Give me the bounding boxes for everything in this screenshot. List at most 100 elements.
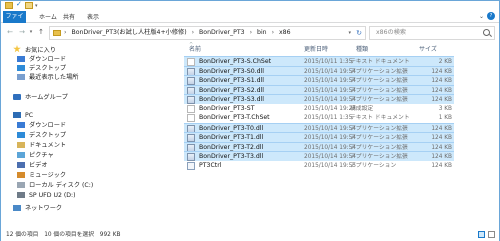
sidebar-item-label: ホームグループ [25, 94, 68, 101]
breadcrumb-item-x86[interactable]: x86 [279, 29, 291, 36]
up-button[interactable]: ↑ [36, 27, 46, 37]
sidebar-item-network[interactable]: ネットワーク [13, 204, 62, 214]
desktop-icon [17, 65, 25, 71]
table-row[interactable]: BonDriver_PT3-S3.dll 2015/10/14 19:54 アプリケ… [184, 94, 454, 104]
back-button[interactable]: ← [5, 27, 15, 37]
quick-access-properties-icon[interactable] [5, 2, 13, 9]
table-row[interactable]: BonDriver_PT3-S.ChSet 2015/10/11 1:35 テキスト… [184, 56, 454, 66]
sidebar-item-pictures[interactable]: ピクチャ [17, 151, 54, 161]
sidebar-item-label: ダウンロード [29, 56, 67, 63]
sidebar-item-usb-d[interactable]: SP UFD U2 (D:) [17, 191, 76, 201]
file-name: BonDriver_PT3-ST [199, 104, 255, 112]
drive-icon [17, 182, 25, 188]
address-dropdown-icon[interactable]: ▾ [348, 27, 351, 39]
quick-access-new-folder-icon[interactable] [25, 2, 33, 9]
sidebar-item-label: SP UFD U2 (D:) [29, 192, 76, 199]
breadcrumb-separator[interactable]: › [272, 29, 274, 36]
sidebar-item-label: ドキュメント [29, 142, 67, 149]
music-icon [17, 172, 25, 178]
download-icon [17, 122, 25, 128]
large-icons-view-icon[interactable] [488, 231, 495, 238]
sidebar-item-pc[interactable]: PC [13, 111, 33, 121]
details-view-icon[interactable] [478, 231, 485, 238]
sidebar-item-label: ビデオ [29, 162, 48, 169]
usb-drive-icon [17, 192, 25, 198]
file-name: PT3Ctrl [199, 161, 222, 169]
sidebar-item-pc-desktop[interactable]: デスクトップ [17, 131, 66, 141]
sidebar-item-local-disk-c[interactable]: ローカル ディスク (C:) [17, 181, 93, 191]
sidebar-item-pc-downloads[interactable]: ダウンロード [17, 121, 66, 131]
sidebar-item-recent-places[interactable]: 最近表示した場所 [17, 73, 79, 83]
desktop-icon [17, 132, 25, 138]
explorer-window: ✓ ▾ ファイル ホーム 共有 表示 ⌄ ? ← → ▾ ↑ › BonDriv… [0, 0, 500, 241]
breadcrumb-item-bondriver-pt3-trial[interactable]: BonDriver_PT3(お試し人柱版4+小修修) [71, 29, 186, 36]
search-input[interactable]: x86の検索 [369, 26, 495, 40]
table-row[interactable]: BonDriver_PT3-T2.dll 2015/10/14 19:54 アプリケ… [184, 141, 454, 152]
quick-access-check-icon[interactable]: ✓ [16, 1, 24, 8]
file-type: アプリケーション [350, 162, 397, 169]
sidebar-item-videos[interactable]: ビデオ [17, 161, 48, 171]
navigation-pane: お気に入り ダウンロード デスクトップ 最近表示した場所 ホームグループ PC … [1, 43, 176, 227]
help-icon[interactable]: ? [487, 12, 495, 20]
column-header-row: ^ 名前 更新日時 種類 サイズ [181, 42, 491, 55]
table-row[interactable]: BonDriver_PT3-T1.dll 2015/10/14 19:54 アプリケ… [184, 132, 454, 142]
address-row: ← → ▾ ↑ › BonDriver_PT3(お試し人柱版4+小修修) › B… [1, 24, 499, 42]
sidebar-item-label: デスクトップ [29, 65, 67, 72]
recent-locations-dropdown[interactable]: ▾ [28, 27, 34, 37]
column-header-size[interactable]: サイズ [419, 45, 437, 55]
breadcrumb-item-bin[interactable]: bin [257, 29, 267, 36]
homegroup-icon [13, 94, 21, 100]
pictures-icon [17, 152, 25, 158]
tab-file[interactable]: ファイル [3, 11, 26, 32]
sidebar-item-label: お気に入り [25, 47, 56, 54]
sidebar-item-music[interactable]: ミュージック [17, 171, 66, 181]
table-row[interactable]: BonDriver_PT3-ST 2015/10/14 19:27 構成設定 3 KB [184, 103, 454, 114]
search-icon [483, 29, 490, 36]
tab-share[interactable]: 共有 [57, 12, 81, 23]
breadcrumb-item-bondriver-pt3[interactable]: BonDriver_PT3 [199, 29, 245, 36]
quick-access-dropdown-icon[interactable]: ▾ [35, 3, 41, 10]
file-name: BonDriver_PT3-T.ChSet [199, 114, 270, 121]
sidebar-item-label: ミュージック [29, 172, 67, 179]
column-header-date[interactable]: 更新日時 [304, 45, 328, 55]
pc-icon [13, 112, 21, 118]
file-size: 124 KB [431, 162, 452, 169]
sidebar-item-label: ピクチャ [29, 152, 54, 159]
ribbon: ✓ ▾ ファイル ホーム 共有 表示 ⌄ ? [1, 1, 499, 32]
forward-button[interactable]: → [17, 27, 27, 37]
tab-view[interactable]: 表示 [81, 12, 105, 23]
file-list: ^ 名前 更新日時 種類 サイズ BonDriver_PT3-S.ChSet 20… [181, 42, 499, 227]
sidebar-item-favorites[interactable]: お気に入り [13, 45, 56, 55]
table-row[interactable]: BonDriver_PT3-T0.dll 2015/10/14 19:54 アプリケ… [184, 122, 454, 133]
status-text: 12 個の項目 10 個の項目を選択 992 KB [6, 232, 121, 238]
address-bar[interactable]: › BonDriver_PT3(お試し人柱版4+小修修) › BonDriver… [49, 26, 366, 40]
table-row[interactable]: BonDriver_PT3-S1.dll 2015/10/14 19:54 アプリケ… [184, 75, 454, 85]
file-type: 構成設定 [350, 105, 374, 112]
sidebar-item-label: デスクトップ [29, 132, 67, 139]
column-header-name[interactable]: 名前 [189, 45, 201, 55]
file-size: 3 KB [438, 105, 452, 112]
exe-file-icon [187, 161, 195, 170]
table-row[interactable]: BonDriver_PT3-S2.dll 2015/10/14 19:54 アプリケ… [184, 84, 454, 95]
folder-icon [53, 30, 61, 36]
table-row[interactable]: BonDriver_PT3-S0.dll 2015/10/14 19:54 アプリケ… [184, 65, 454, 76]
breadcrumb-separator[interactable]: › [250, 29, 252, 36]
star-icon [13, 45, 21, 53]
download-icon [17, 56, 25, 62]
table-row[interactable]: BonDriver_PT3-T.ChSet 2015/10/11 1:35 テキスト… [184, 113, 454, 123]
breadcrumb-separator[interactable]: › [192, 29, 194, 36]
column-header-type[interactable]: 種類 [356, 45, 368, 55]
recent-places-icon [17, 74, 25, 80]
chevron-down-icon[interactable]: ⌄ [479, 13, 484, 20]
sidebar-item-documents[interactable]: ドキュメント [17, 141, 66, 151]
sidebar-item-label: ネットワーク [25, 205, 63, 212]
sidebar-item-label: ダウンロード [29, 122, 67, 129]
refresh-icon[interactable]: ↻ [356, 27, 362, 39]
breadcrumb: › BonDriver_PT3(お試し人柱版4+小修修) › BonDriver… [64, 27, 294, 39]
table-row[interactable]: PT3Ctrl 2015/10/14 19:55 アプリケーション 124 KB [184, 160, 454, 171]
sidebar-item-homegroup[interactable]: ホームグループ [13, 93, 68, 103]
sidebar-item-label: 最近表示した場所 [29, 74, 79, 81]
table-row[interactable]: BonDriver_PT3-T3.dll 2015/10/14 19:54 アプリケ… [184, 151, 454, 161]
network-icon [13, 205, 21, 211]
breadcrumb-separator[interactable]: › [64, 29, 66, 36]
